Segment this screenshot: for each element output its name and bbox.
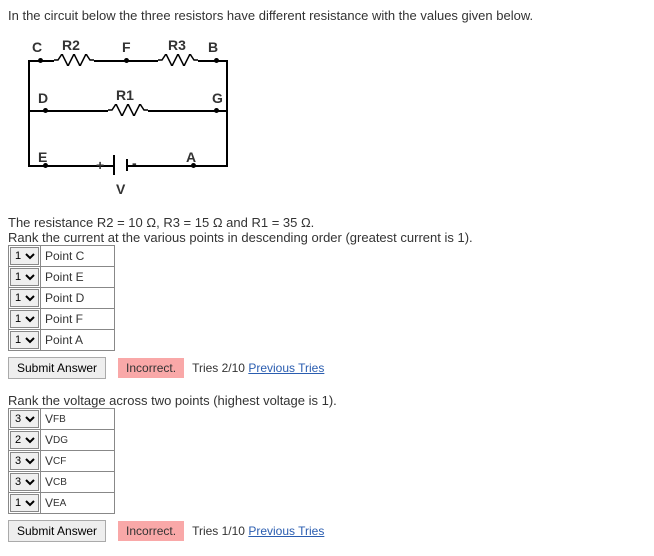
label-a: A xyxy=(186,149,196,165)
q1-label-1: Point E xyxy=(40,267,114,287)
label-plus: + xyxy=(96,157,104,173)
q1-label-4: Point A xyxy=(40,330,114,350)
label-v: V xyxy=(116,181,125,197)
q1-prev-tries-link[interactable]: Previous Tries xyxy=(248,361,324,375)
q1-submit-button[interactable]: Submit Answer xyxy=(8,357,106,379)
q2-row-2: 3 VCF xyxy=(8,451,115,472)
q2-rank-container: 3 VFB 2 VDG 3 VCF 3 VCB 1 VEA xyxy=(8,408,646,514)
circuit-diagram: C R2 F R3 B D R1 G E A + - V xyxy=(18,35,248,205)
q1-rank-container: 1 Point C 1 Point E 1 Point D 1 Point F … xyxy=(8,245,646,351)
q1-row-2: 1 Point D xyxy=(8,288,115,309)
q2-row-4: 1 VEA xyxy=(8,493,115,514)
given-values: The resistance R2 = 10 Ω, R3 = 15 Ω and … xyxy=(8,215,646,230)
q2-status: Incorrect. xyxy=(118,521,184,541)
q1-select-2[interactable]: 1 xyxy=(10,289,39,307)
q1-row-3: 1 Point F xyxy=(8,309,115,330)
q2-prompt: Rank the voltage across two points (high… xyxy=(8,393,646,408)
q2-prev-tries-link[interactable]: Previous Tries xyxy=(248,524,324,538)
q2-select-2[interactable]: 3 xyxy=(10,452,39,470)
label-r1: R1 xyxy=(116,87,134,103)
q2-submit-row: Submit Answer Incorrect. Tries 1/10 Prev… xyxy=(8,520,646,542)
label-c: C xyxy=(32,39,42,55)
q2-label-0: VFB xyxy=(40,409,114,429)
q1-prompt: Rank the current at the various points i… xyxy=(8,230,646,245)
label-f: F xyxy=(122,39,131,55)
q1-label-3: Point F xyxy=(40,309,114,329)
q1-label-0: Point C xyxy=(40,246,114,266)
q2-label-4: VEA xyxy=(40,493,114,513)
q2-row-1: 2 VDG xyxy=(8,430,115,451)
q2-row-0: 3 VFB xyxy=(8,408,115,430)
q2-label-2: VCF xyxy=(40,451,114,471)
label-g: G xyxy=(212,90,223,106)
q2-label-3: VCB xyxy=(40,472,114,492)
q2-select-4[interactable]: 1 xyxy=(10,494,39,512)
q2-tries: Tries 1/10 xyxy=(192,524,245,538)
label-b: B xyxy=(208,39,218,55)
q2-select-1[interactable]: 2 xyxy=(10,431,39,449)
q1-row-1: 1 Point E xyxy=(8,267,115,288)
q2-select-3[interactable]: 3 xyxy=(10,473,39,491)
q1-tries: Tries 2/10 xyxy=(192,361,245,375)
q2-label-1: VDG xyxy=(40,430,114,450)
label-r2: R2 xyxy=(62,37,80,53)
q1-select-1[interactable]: 1 xyxy=(10,268,39,286)
label-r3: R3 xyxy=(168,37,186,53)
q2-row-3: 3 VCB xyxy=(8,472,115,493)
intro-text: In the circuit below the three resistors… xyxy=(8,8,646,23)
label-e: E xyxy=(38,149,47,165)
label-d: D xyxy=(38,90,48,106)
label-minus: - xyxy=(132,155,137,171)
q1-label-2: Point D xyxy=(40,288,114,308)
q1-row-0: 1 Point C xyxy=(8,245,115,267)
q1-select-0[interactable]: 1 xyxy=(10,247,39,265)
q2-select-0[interactable]: 3 xyxy=(10,410,39,428)
q1-submit-row: Submit Answer Incorrect. Tries 2/10 Prev… xyxy=(8,357,646,379)
q2-submit-button[interactable]: Submit Answer xyxy=(8,520,106,542)
q1-select-3[interactable]: 1 xyxy=(10,310,39,328)
q1-select-4[interactable]: 1 xyxy=(10,331,39,349)
q1-row-4: 1 Point A xyxy=(8,330,115,351)
q1-status: Incorrect. xyxy=(118,358,184,378)
